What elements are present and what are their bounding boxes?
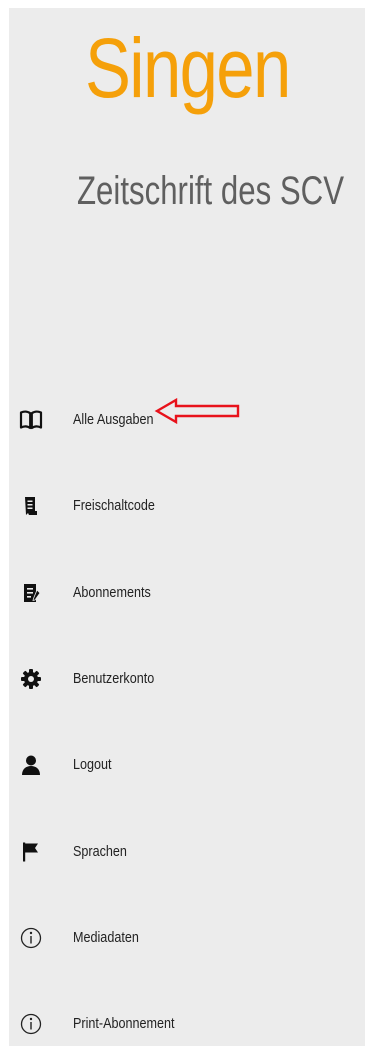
book-open-icon (19, 408, 43, 432)
sidebar-item-label: Logout (73, 756, 112, 773)
sidebar-item-label: Sprachen (73, 843, 127, 860)
sidebar-item-alle-ausgaben[interactable]: Alle Ausgaben (9, 400, 309, 440)
info-circle-icon (19, 926, 43, 950)
user-icon (19, 753, 43, 777)
sidebar-item-label: Benutzerkonto (73, 670, 155, 687)
sidebar-item-benutzerkonto[interactable]: Benutzerkonto (9, 659, 309, 699)
sidebar-panel: Singen Zeitschrift des SCV Alle Ausgaben (9, 8, 365, 1046)
sidebar-item-abonnements[interactable]: Abonnements (9, 573, 309, 613)
info-circle-icon (19, 1012, 43, 1036)
sidebar-item-print-abonnement[interactable]: Print-Abonnement (9, 1004, 309, 1044)
sidebar-item-freischaltcode[interactable]: Freischaltcode (9, 486, 309, 526)
sidebar-item-sprachen[interactable]: Sprachen (9, 832, 309, 872)
sidebar-item-label: Alle Ausgaben (73, 411, 154, 428)
sidebar-item-mediadaten[interactable]: Mediadaten (9, 918, 309, 958)
document-edit-icon (19, 581, 43, 605)
sidebar-item-label: Freischaltcode (73, 497, 155, 514)
sidebar-item-label: Mediadaten (73, 929, 139, 946)
document-code-icon (19, 494, 43, 518)
sidebar-menu: Alle Ausgaben Freischaltcode Abonnements… (9, 8, 365, 1046)
gear-icon (19, 667, 43, 691)
sidebar-item-logout[interactable]: Logout (9, 745, 309, 785)
sidebar-item-label: Print-Abonnement (73, 1015, 175, 1032)
flag-icon (19, 840, 43, 864)
sidebar-item-label: Abonnements (73, 584, 151, 601)
